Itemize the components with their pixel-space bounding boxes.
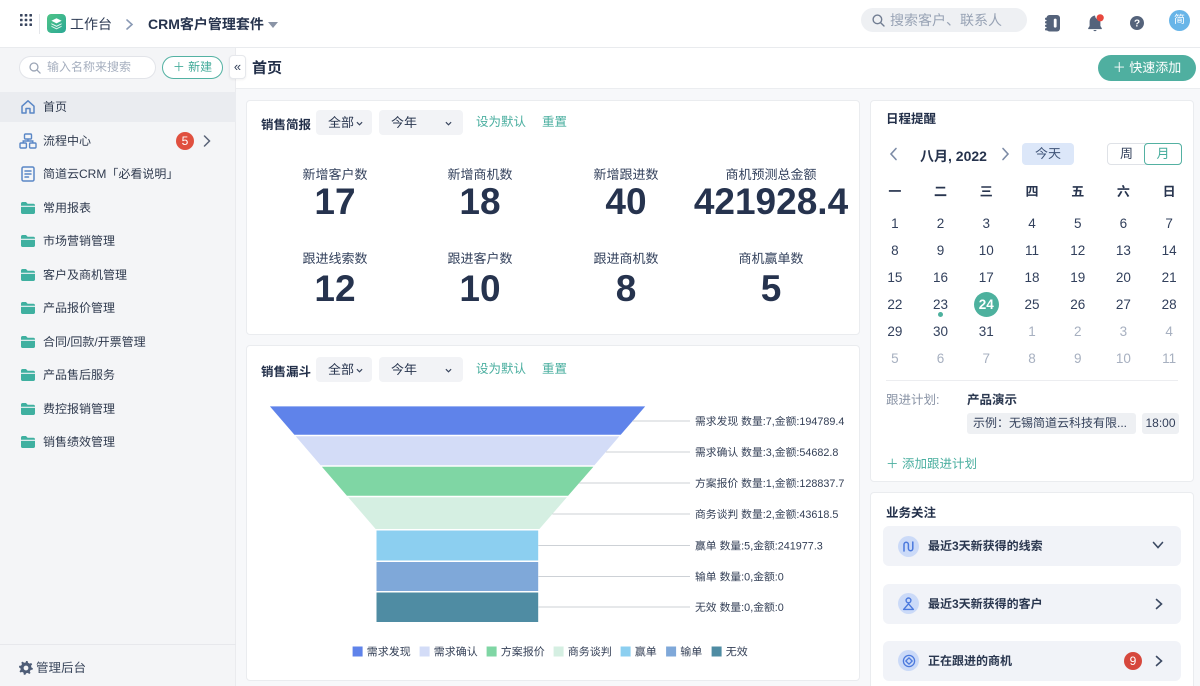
svg-text:输单 数量:0,金额:0: 输单 数量:0,金额:0: [695, 571, 784, 584]
svg-text:赢单: 赢单: [635, 646, 657, 659]
svg-text:商务谈判: 商务谈判: [568, 646, 612, 659]
svg-text:需求发现 数量:7,金额:194789.4: 需求发现 数量:7,金额:194789.4: [695, 415, 844, 428]
svg-text:赢单 数量:5,金额:241977.3: 赢单 数量:5,金额:241977.3: [695, 540, 823, 553]
svg-text:需求确认: 需求确认: [434, 646, 478, 659]
svg-text:方案报价 数量:1,金额:128837.7: 方案报价 数量:1,金额:128837.7: [695, 477, 844, 490]
svg-text:?: ?: [1134, 18, 1140, 29]
svg-text:需求确认 数量:3,金额:54682.8: 需求确认 数量:3,金额:54682.8: [695, 446, 838, 459]
svg-text:无效 数量:0,金额:0: 无效 数量:0,金额:0: [695, 601, 784, 614]
svg-text:需求发现: 需求发现: [367, 646, 411, 659]
svg-text:商务谈判 数量:2,金额:43618.5: 商务谈判 数量:2,金额:43618.5: [695, 508, 838, 521]
svg-text:无效: 无效: [726, 646, 748, 659]
svg-text:输单: 输单: [680, 646, 702, 659]
svg-text:方案报价: 方案报价: [501, 646, 545, 659]
